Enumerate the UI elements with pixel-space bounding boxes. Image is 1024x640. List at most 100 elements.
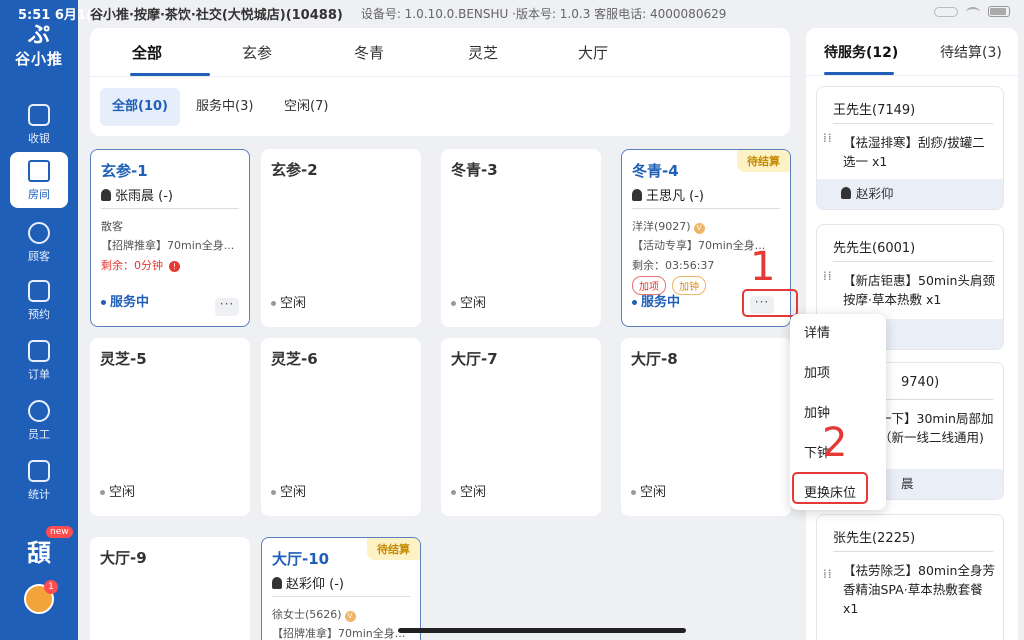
nav-rooms[interactable]: 房间 [10, 152, 68, 208]
room-status: 空闲 [271, 292, 306, 311]
technician-name: 张雨晨 (-) [115, 189, 173, 204]
annotation-box-change-bed [792, 472, 868, 504]
annotation-box-more [742, 289, 798, 317]
menu-item-add-item[interactable]: 加项 [804, 362, 830, 381]
more-button[interactable]: ··· [215, 298, 239, 316]
room-tabs-card: 全部 玄参 冬青 灵芝 大厅 全部(10) 服务中(3) 空闲(7) [90, 28, 790, 136]
room-status: 服务中 [632, 291, 680, 310]
divider [632, 208, 780, 209]
new-badge: new [46, 526, 73, 538]
right-tabs-divider [806, 75, 1018, 76]
order-technician: 赵彩仰 [817, 179, 1003, 209]
person-icon [841, 187, 851, 199]
menu-item-details[interactable]: 详情 [804, 322, 830, 341]
drag-handle-icon[interactable]: ⁞⁞ [823, 568, 833, 580]
customer-name: 散客 [101, 220, 123, 233]
room-card-xuanshen-2[interactable]: 玄参-2 空闲 [261, 149, 421, 327]
monitor-icon [28, 104, 50, 126]
room-name: 大厅-7 [451, 350, 498, 368]
room-technician: 王思凡 (-) [632, 185, 704, 204]
room-card-xuanshen-1[interactable]: 玄参-1 张雨晨 (-) 散客 【招牌推拿】70min全身... 剩余：0分钟!… [90, 149, 250, 327]
order-customer: 张先生(2225) [833, 531, 916, 546]
person-icon [101, 189, 111, 201]
order-customer: 先先生(6001) [833, 241, 916, 256]
nav-staff[interactable]: 员工 [10, 392, 68, 448]
pill-icon [934, 6, 958, 17]
logo-name: 谷小推 [14, 50, 63, 68]
tab-dating[interactable]: 大厅 [578, 42, 608, 63]
technician-name: 晨 [901, 476, 914, 491]
room-status: 空闲 [271, 481, 306, 500]
order-card[interactable]: 王先生(7149) ⁞⁞ 【祛湿排寒】刮痧/拔罐二选一 x1 赵彩仰 [816, 86, 1004, 210]
order-service: 【祛劳除乏】80min全身芳香精油SPA·草本热敷套餐 x1 [843, 563, 995, 616]
status-bar: 5:51 6月1( 谷小推·按摩·茶饮·社交(大悦城店)(10488) 设备号:… [0, 0, 1024, 26]
order-service: 【祛湿排寒】刮痧/拔罐二选一 x1 [843, 135, 985, 169]
nav-customers[interactable]: 顾客 [10, 214, 68, 270]
clipboard-icon [28, 340, 50, 362]
vip-icon: V [344, 611, 356, 622]
user-icon [28, 222, 50, 244]
tab-lingzhi[interactable]: 灵芝 [468, 42, 498, 63]
order-card[interactable]: 张先生(2225) ⁞⁞ 【祛劳除乏】80min全身芳香精油SPA·草本热敷套餐… [816, 514, 1004, 640]
room-name: 灵芝-5 [100, 350, 147, 368]
house-icon [28, 160, 50, 182]
room-card-dating-7[interactable]: 大厅-7 空闲 [441, 338, 601, 516]
order-service: 一下】30min局部加（新一线二线通用) [879, 411, 994, 445]
filter-all[interactable]: 全部(10) [100, 88, 180, 126]
pending-settlement-badge: 待结算 [367, 538, 420, 560]
warning-icon: ! [169, 261, 180, 272]
room-status: 空闲 [100, 481, 135, 500]
room-card-dongqing-3[interactable]: 冬青-3 空闲 [441, 149, 601, 327]
nav-label: 订单 [28, 368, 50, 381]
room-card-lingzhi-6[interactable]: 灵芝-6 空闲 [261, 338, 421, 516]
annotation-number-2: 2 [822, 420, 848, 466]
nav-label: 房间 [28, 188, 50, 201]
customer-label: 洋洋(9027) [632, 220, 691, 233]
tab-dongqing[interactable]: 冬青 [354, 42, 384, 63]
pending-settlement-badge: 待结算 [737, 150, 790, 172]
nav-label: 顾客 [28, 250, 50, 263]
nav-label: 收银 [28, 132, 50, 145]
menu-item-add-time[interactable]: 加钟 [804, 402, 830, 421]
nav-cashier[interactable]: 收银 [10, 96, 68, 152]
room-name: 大厅-9 [100, 549, 147, 567]
tab-pending-settlement[interactable]: 待结算(3) [940, 42, 1002, 62]
room-card-dating-9[interactable]: 大厅-9 [90, 537, 250, 640]
order-customer: 王先生(7149) [833, 103, 916, 118]
room-card-dating-8[interactable]: 大厅-8 空闲 [621, 338, 791, 516]
tab-xuanshen[interactable]: 玄参 [242, 42, 272, 63]
filter-in-service[interactable]: 服务中(3) [184, 88, 265, 126]
nav-orders[interactable]: 订单 [10, 332, 68, 388]
remaining-time: 剩余：0分钟! [101, 257, 241, 273]
vip-icon: V [693, 223, 705, 234]
avatar-badge: 1 [44, 580, 58, 594]
tab-pending-service[interactable]: 待服务(12) [824, 42, 898, 62]
divider [272, 596, 410, 597]
nav-stats[interactable]: 统计 [10, 452, 68, 508]
device-info: 设备号: 1.0.10.0.BENSHU ·版本号: 1.0.3 客服电话: 4… [360, 6, 727, 21]
divider [833, 261, 993, 262]
room-technician: 张雨晨 (-) [101, 185, 173, 204]
sidebar: ぷ 谷小推 收银 房间 顾客 预约 订单 员工 统计 頢 new 1 [0, 0, 78, 640]
tab-all[interactable]: 全部 [132, 42, 162, 63]
person-icon [632, 189, 642, 201]
tabs-divider [90, 76, 790, 77]
nav-label: 员工 [28, 428, 50, 441]
filter-idle[interactable]: 空闲(7) [272, 88, 340, 126]
customer-name: 洋洋(9027) V [632, 218, 772, 234]
battery-icon [988, 6, 1010, 17]
room-status: 空闲 [631, 481, 666, 500]
service-name: 【招牌推拿】70min全身... [101, 239, 235, 252]
room-status: 服务中 [101, 291, 149, 310]
drag-handle-icon[interactable]: ⁞⁞ [823, 132, 833, 144]
technician-name: 赵彩仰 [856, 186, 894, 201]
room-name: 大厅-10 [272, 550, 330, 568]
room-card-dating-10[interactable]: 大厅-10 待结算 赵彩仰 (-) 徐女士(5626) V 【招牌准拿】70min… [261, 537, 421, 640]
nav-appointments[interactable]: 预约 [10, 272, 68, 328]
room-name: 玄参-2 [271, 161, 318, 179]
room-name: 玄参-1 [101, 162, 148, 180]
chart-icon [28, 460, 50, 482]
drag-handle-icon[interactable]: ⁞⁞ [823, 270, 833, 282]
room-status: 空闲 [451, 481, 486, 500]
room-card-lingzhi-5[interactable]: 灵芝-5 空闲 [90, 338, 250, 516]
